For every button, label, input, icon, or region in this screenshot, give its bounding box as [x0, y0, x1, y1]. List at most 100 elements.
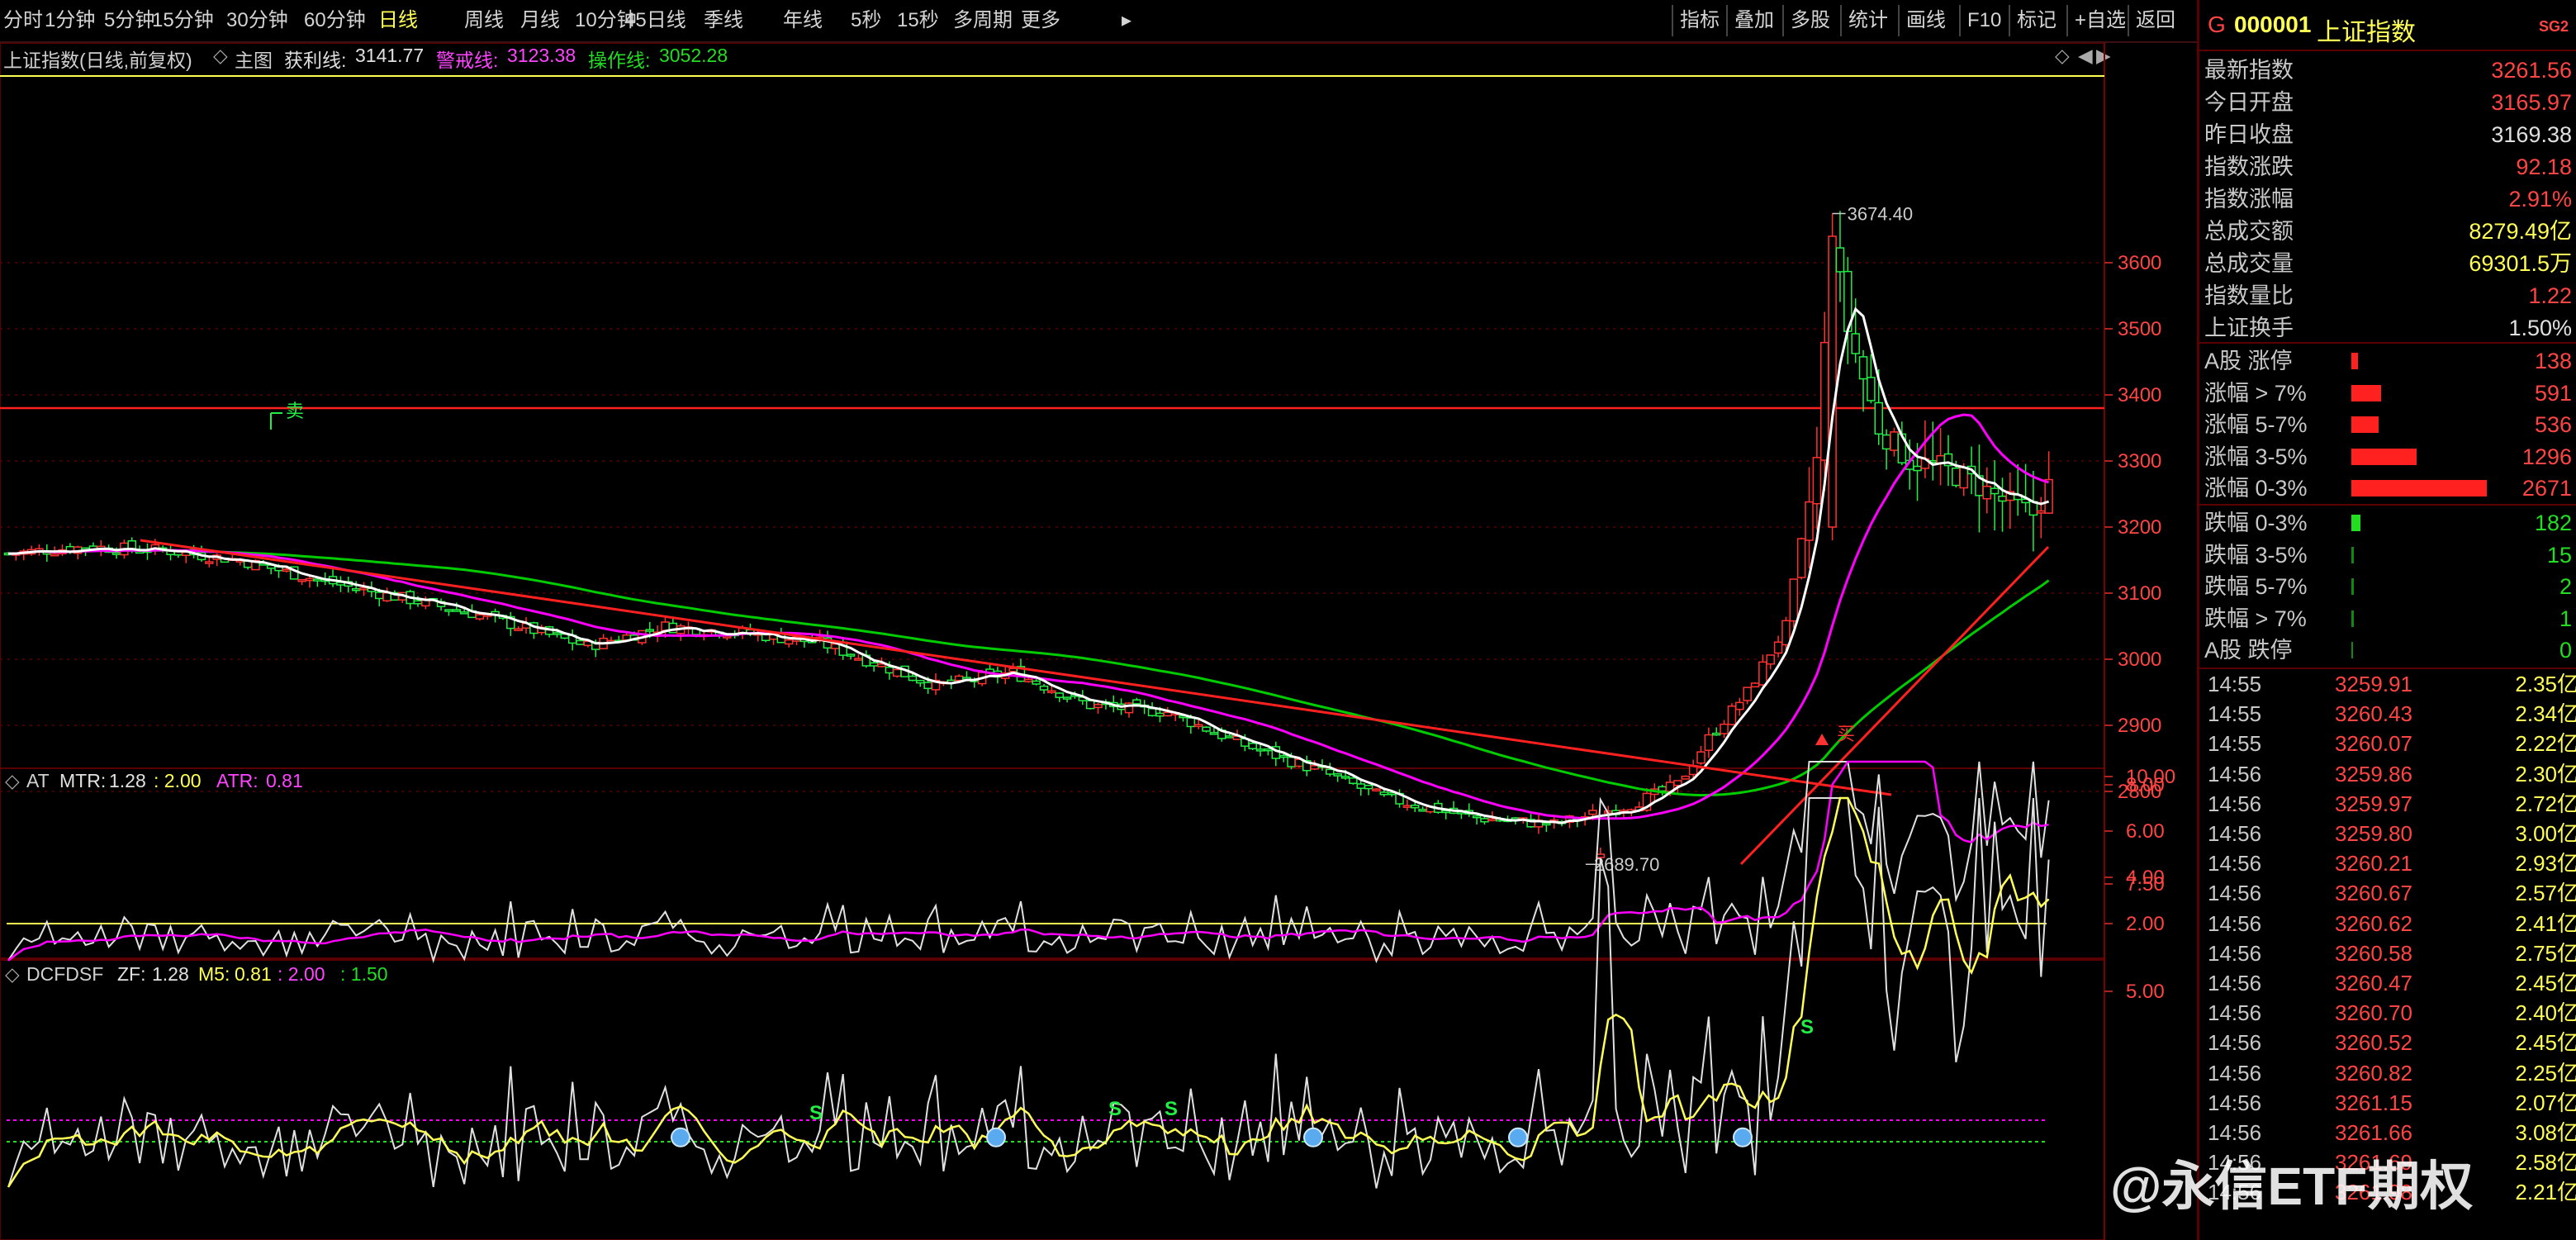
breadth-bar [2351, 546, 2354, 563]
candle-body [1093, 704, 1103, 709]
candle-body [2037, 510, 2046, 514]
tick-price: 3259.86 [2335, 761, 2412, 786]
period-tab[interactable]: 分时 [3, 0, 43, 41]
candle-body [1225, 735, 1234, 739]
candle-body [1255, 748, 1265, 752]
candle-body [1766, 654, 1775, 665]
period-tab[interactable]: 1分钟 [45, 0, 95, 41]
candle-body [1032, 680, 1041, 685]
breadth-bar [2351, 642, 2353, 658]
tick-price: 3260.07 [2335, 731, 2412, 757]
period-tab[interactable]: 更多 [1021, 0, 1060, 41]
s-signal-marker: S [1165, 1098, 1178, 1120]
candle-body [282, 568, 292, 572]
period-tab[interactable]: 日线 [378, 0, 418, 41]
quote-row-label: 指数量比 [2204, 283, 2294, 308]
period-tab[interactable]: 季线 [704, 0, 743, 41]
period-tab[interactable]: 45日线 [624, 0, 686, 41]
tick-time: 14:56 [2208, 1060, 2262, 1086]
tool-button[interactable]: 叠加 [1726, 5, 1781, 36]
main-panel-frame [0, 43, 2105, 769]
breadth-label: 跌幅 0-3% [2204, 511, 2308, 535]
breadth-label: 涨幅 0-3% [2204, 476, 2308, 501]
candle-body [1750, 682, 1760, 688]
quote-title: G 000001 上证指数 SG2 [2199, 0, 2576, 51]
candle-body [1287, 756, 1296, 767]
breadth-bar [2351, 610, 2354, 627]
tick-row: 14:56 3261.66 3.08亿 [2204, 1118, 2576, 1147]
candle-body [1379, 791, 1389, 796]
candle-body [1326, 768, 1335, 775]
tick-price: 3260.52 [2335, 1030, 2412, 1056]
candle-body [869, 662, 879, 667]
candle-body [1658, 786, 1667, 792]
tick-volume: 2.45亿 [2515, 971, 2576, 995]
quote-row-value: 2.91% [2508, 187, 2572, 211]
quote-row: 指数涨跌 92.18 [2199, 151, 2576, 183]
more-arrow-icon[interactable]: ▸ [1122, 0, 1131, 41]
candle-body [1349, 777, 1358, 784]
tool-button[interactable]: +自选 [2066, 5, 2132, 36]
tick-time: 14:55 [2208, 731, 2262, 757]
period-tab[interactable]: 60分钟 [304, 0, 366, 41]
candle-body [351, 587, 361, 591]
period-tab[interactable]: 年线 [783, 0, 823, 41]
tick-time: 14:56 [2208, 971, 2262, 995]
candle-body [205, 561, 214, 564]
tick-time: 14:55 [2208, 672, 2262, 696]
breadth-count: 1 [2559, 606, 2572, 631]
tool-button[interactable]: 返回 [2128, 5, 2182, 36]
buy-signal-arrow [1815, 734, 1829, 745]
period-tab[interactable]: 15分钟 [152, 0, 214, 41]
tick-volume: 2.75亿 [2515, 940, 2576, 966]
tool-button[interactable]: 多股 [1782, 5, 1837, 36]
candle-body [452, 609, 462, 612]
breadth-label: 跌幅 > 7% [2204, 606, 2307, 631]
period-tab[interactable]: 5秒 [851, 0, 881, 41]
candle-body [1055, 692, 1065, 698]
tool-button[interactable]: 画线 [1898, 5, 1952, 36]
candle-body [1805, 501, 1814, 541]
breadth-down-row: A股 跌停 0 [2199, 634, 2576, 666]
tool-button[interactable]: F10 [1959, 5, 2008, 36]
period-tab[interactable]: 多周期 [953, 0, 1013, 41]
price-axis-label: 3400 [2118, 384, 2161, 406]
quote-row: 指数量比 1.22 [2199, 280, 2576, 311]
candle-body [2044, 478, 2053, 514]
kline-chart[interactable]: 3600350034003300320031003000290028003674… [0, 43, 2197, 1240]
breadth-bar [2351, 448, 2417, 465]
period-tab[interactable]: 30分钟 [226, 0, 288, 41]
breadth-down-row: 跌幅 0-3% 182 [2199, 507, 2576, 539]
candle-body [1402, 805, 1412, 808]
breadth-count: 15 [2546, 542, 2572, 568]
tick-price: 3260.70 [2335, 1000, 2412, 1026]
candle-body [111, 552, 121, 555]
quote-row-value: 1.50% [2508, 316, 2572, 340]
breadth-bar [2351, 353, 2358, 369]
tick-volume: 2.41亿 [2515, 910, 2576, 936]
period-tab[interactable]: 月线 [520, 0, 560, 41]
candle-body [1155, 712, 1165, 717]
tick-price: 3259.80 [2335, 821, 2412, 846]
breadth-up-row: 涨幅 3-5% 1296 [2199, 441, 2576, 473]
tick-time: 14:56 [2208, 851, 2262, 877]
candle-body [1193, 724, 1203, 728]
tool-button[interactable]: 统计 [1840, 5, 1895, 36]
breadth-label: 涨幅 3-5% [2204, 444, 2308, 469]
dcf-axis-label: 10.00 [2126, 766, 2175, 788]
tick-volume: 2.58亿 [2515, 1150, 2576, 1176]
tick-row: 14:56 3259.80 3.00亿 [2204, 819, 2576, 848]
period-tab[interactable]: 5分钟 [104, 0, 154, 41]
candle-body [1758, 661, 1767, 686]
tool-button[interactable]: 指标 [1672, 5, 1726, 36]
candle-body [1209, 732, 1219, 735]
period-tab[interactable]: 15秒 [897, 0, 939, 41]
candle-body [1062, 696, 1072, 700]
candle-body [1202, 726, 1211, 732]
tool-button[interactable]: 标记 [2009, 5, 2063, 36]
sell-signal-label: 卖 [286, 401, 304, 422]
period-tab[interactable]: 周线 [464, 0, 504, 41]
tick-row: 14:56 3260.82 2.25亿 [2204, 1058, 2576, 1088]
candle-body [1851, 333, 1860, 354]
price-axis-label: 3500 [2118, 318, 2161, 340]
